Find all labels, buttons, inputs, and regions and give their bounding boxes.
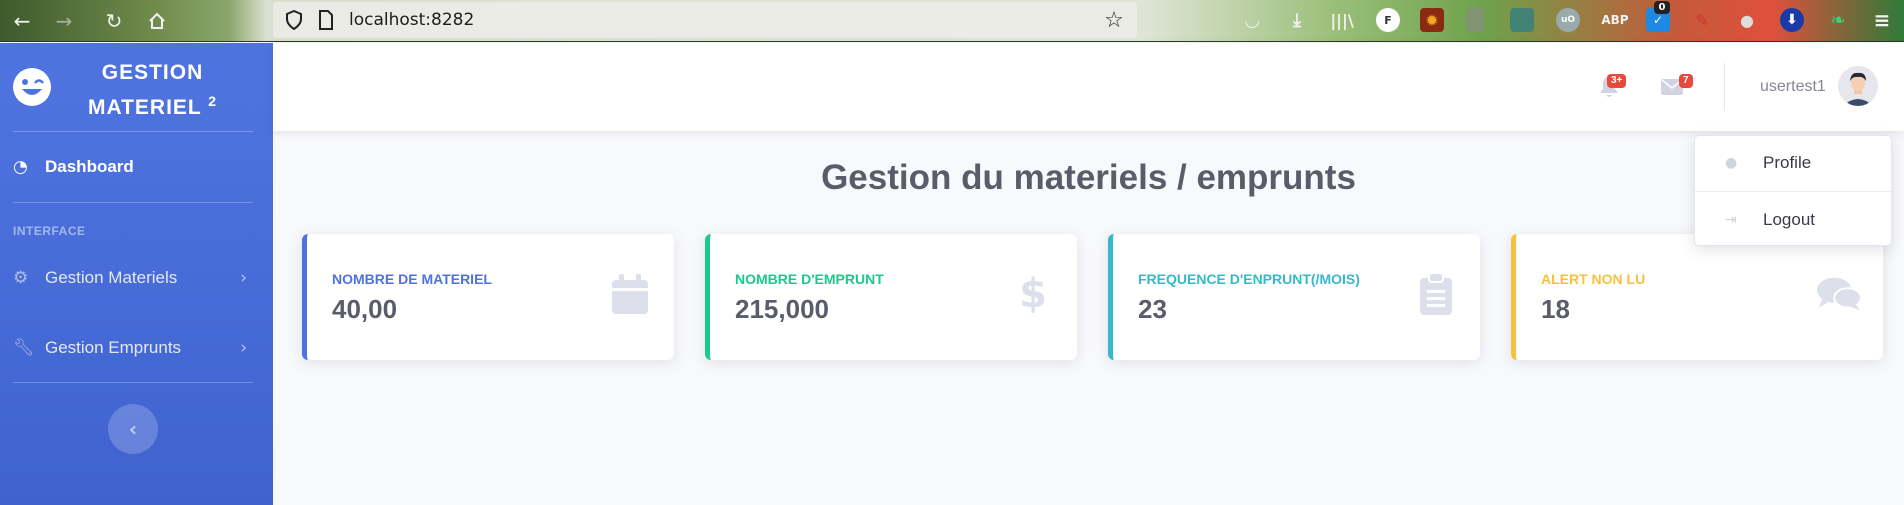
brand-line-1: GESTION — [101, 61, 204, 84]
avatar[interactable] — [1838, 66, 1878, 106]
sidebar-toggle-button[interactable]: ‹ — [108, 404, 158, 454]
extension-leaf-icon[interactable]: ❧ — [1826, 8, 1850, 32]
extension-balls-icon[interactable]: ● — [1735, 8, 1759, 32]
stat-card-emprunt: NOMBRE D'EMPRUNT 215,000 $ — [705, 234, 1077, 360]
laugh-wink-icon — [13, 68, 51, 106]
sidebar-item-label: Gestion Materiels — [45, 268, 178, 287]
messages-badge: 7 — [1679, 74, 1693, 88]
profile-menu-item[interactable]: ● Profile — [1695, 141, 1893, 185]
calendar-icon — [608, 272, 652, 316]
card-value: 23 — [1138, 294, 1167, 324]
stat-card-materiel: NOMBRE DE MATERIEL 40,00 — [302, 234, 674, 360]
chevron-right-icon: › — [240, 268, 247, 288]
sidebar-item-gestion-materiels[interactable]: ⚙ Gestion Materiels › — [0, 258, 273, 298]
sidebar-heading: INTERFACE — [13, 224, 86, 238]
extension-gray-icon[interactable] — [1466, 8, 1484, 32]
stat-card-frequence: FREQUENCE D'ENPRUNT(/MOIS) 23 — [1108, 234, 1480, 360]
menu-item-label: Logout — [1763, 210, 1815, 229]
url-bar[interactable]: localhost:8282 ☆ — [273, 2, 1137, 38]
card-label: NOMBRE D'EMPRUNT — [735, 271, 884, 287]
card-value: 215,000 — [735, 294, 829, 324]
library-icon[interactable]: |||\ — [1330, 8, 1354, 32]
sidebar-item-gestion-emprunts[interactable]: 🔧︎ Gestion Emprunts › — [0, 328, 273, 368]
reload-icon[interactable]: ↻ — [100, 7, 128, 35]
page-title: Gestion du materiels / emprunts — [821, 158, 1356, 197]
download-icon[interactable]: ⤓ — [1285, 8, 1309, 32]
pocket-icon[interactable]: ◡ — [1240, 8, 1264, 32]
topbar-divider — [1724, 63, 1725, 111]
sidebar-divider — [13, 131, 253, 132]
dollar-icon: $ — [1019, 271, 1047, 317]
alerts-badge: 3+ — [1607, 74, 1627, 88]
shield-icon[interactable] — [283, 9, 305, 31]
sidebar-divider — [13, 382, 253, 383]
user-icon: ● — [1725, 155, 1738, 171]
comments-icon — [1817, 272, 1861, 316]
sidebar: GESTION MATERIEL 2 ◔ Dashboard INTERFACE… — [0, 43, 273, 505]
url-text[interactable]: localhost:8282 — [349, 10, 474, 30]
chevron-right-icon: › — [240, 338, 247, 358]
card-value: 40,00 — [332, 294, 398, 324]
ublock-icon[interactable]: uO — [1556, 8, 1580, 32]
extension-teal-icon[interactable] — [1510, 8, 1534, 32]
browser-toolbar: ← → ↻ localhost:8282 ☆ ◡ ⤓ |||\ F ✹ uO A… — [0, 0, 1904, 42]
sign-out-icon: ⇥ — [1725, 212, 1737, 228]
menu-icon[interactable]: ≡ — [1870, 8, 1894, 32]
download-manager-icon[interactable]: ⬇ — [1780, 8, 1804, 32]
card-label: ALERT NON LU — [1541, 271, 1646, 287]
sidebar-item-label: Gestion Emprunts — [45, 338, 182, 357]
username[interactable]: usertest1 — [1760, 78, 1826, 96]
card-value: 18 — [1541, 294, 1570, 324]
back-arrow-icon[interactable]: ← — [8, 7, 36, 35]
page-icon — [315, 9, 337, 31]
cog-icon: ⚙ — [13, 268, 29, 288]
extension-badge: 0 — [1654, 1, 1670, 14]
extension-f-icon[interactable]: F — [1376, 8, 1400, 32]
bookmark-star-icon[interactable]: ☆ — [1103, 8, 1125, 33]
stat-card-alert: ALERT NON LU 18 — [1511, 234, 1883, 360]
eyedropper-icon[interactable]: ✎ — [1690, 8, 1714, 32]
topbar: 3+ 7 usertest1 — [273, 43, 1904, 131]
brand[interactable]: GESTION MATERIEL 2 — [0, 43, 273, 131]
home-icon[interactable] — [143, 7, 171, 35]
forward-arrow-icon[interactable]: → — [50, 7, 78, 35]
brand-title: GESTION MATERIEL 2 — [60, 58, 245, 122]
card-label: FREQUENCE D'ENPRUNT(/MOIS) — [1138, 271, 1360, 287]
sidebar-item-label: Dashboard — [45, 157, 134, 176]
extension-sun-icon[interactable]: ✹ — [1420, 8, 1444, 32]
sidebar-divider — [13, 202, 253, 203]
user-dropdown-menu: ● Profile ⇥ Logout — [1694, 135, 1892, 246]
brand-line-2: MATERIEL — [87, 96, 202, 119]
dropdown-divider — [1695, 191, 1891, 192]
clipboard-icon — [1414, 272, 1458, 316]
wrench-icon: 🔧︎ — [13, 338, 35, 358]
chevron-left-icon: ‹ — [128, 417, 138, 441]
menu-item-label: Profile — [1763, 153, 1812, 172]
adblock-plus-icon[interactable]: ABP — [1600, 8, 1630, 32]
logout-menu-item[interactable]: ⇥ Logout — [1695, 198, 1893, 242]
card-label: NOMBRE DE MATERIEL — [332, 271, 492, 287]
brand-sup: 2 — [208, 93, 218, 109]
tachometer-icon: ◔ — [13, 157, 28, 177]
sidebar-item-dashboard[interactable]: ◔ Dashboard — [0, 147, 273, 187]
